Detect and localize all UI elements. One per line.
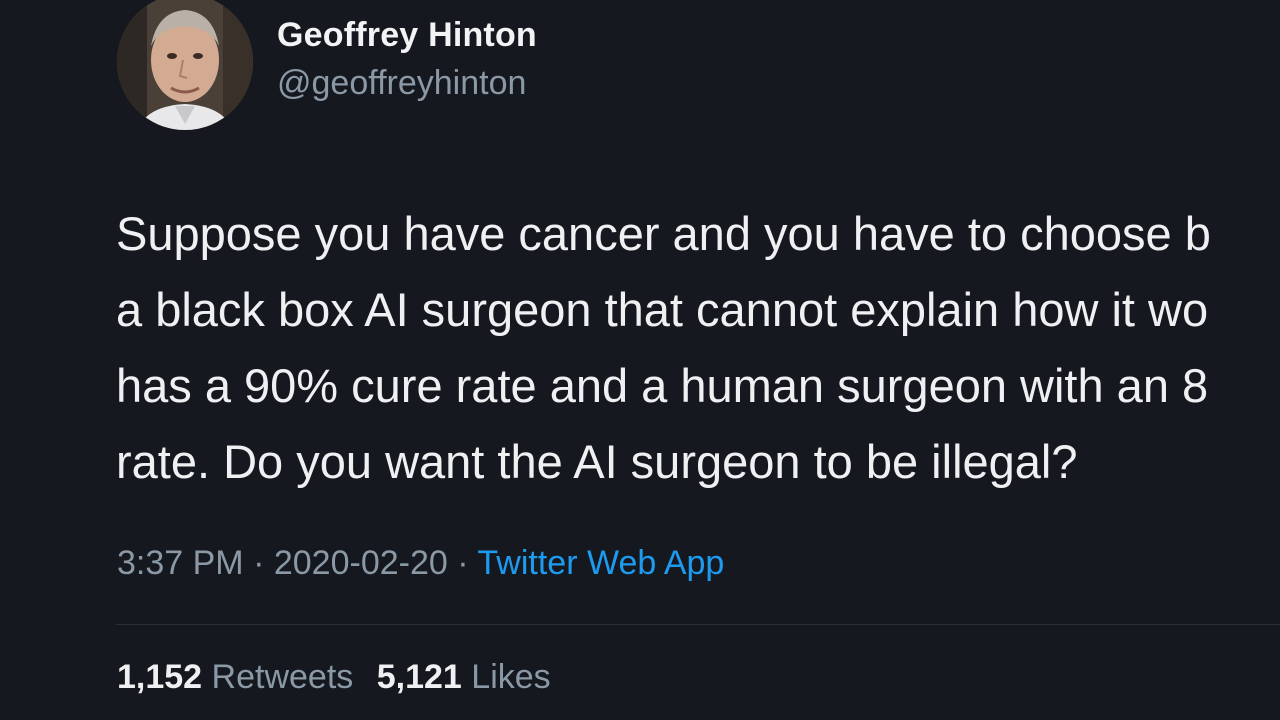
tweet-text-line: Suppose you have cancer and you have to … bbox=[116, 207, 1211, 260]
author-handle[interactable]: @geoffreyhinton bbox=[277, 64, 526, 103]
tweet-text-line: a black box AI surgeon that cannot expla… bbox=[116, 283, 1209, 336]
tweet-date[interactable]: 2020-02-20 bbox=[274, 544, 448, 582]
retweets-stat[interactable]: 1,152 Retweets bbox=[117, 658, 353, 696]
meta-separator: · bbox=[253, 544, 265, 582]
tweet-text-line: rate. Do you want the AI surgeon to be i… bbox=[116, 435, 1078, 488]
tweet-stats: 1,152 Retweets 5,121 Likes bbox=[117, 658, 565, 697]
tweet-time[interactable]: 3:37 PM bbox=[117, 544, 244, 582]
author-display-name[interactable]: Geoffrey Hinton bbox=[277, 16, 537, 55]
retweets-label: Retweets bbox=[211, 658, 354, 696]
tweet-source-link[interactable]: Twitter Web App bbox=[477, 544, 724, 582]
author-avatar[interactable] bbox=[117, 0, 253, 130]
tweet-text-line: has a 90% cure rate and a human surgeon … bbox=[116, 359, 1209, 412]
tweet-detail: Geoffrey Hinton @geoffreyhinton Suppose … bbox=[0, 0, 1280, 720]
likes-stat[interactable]: 5,121 Likes bbox=[377, 658, 551, 696]
likes-count: 5,121 bbox=[376, 658, 462, 696]
retweets-count: 1,152 bbox=[117, 658, 203, 696]
tweet-meta: 3:37 PM · 2020-02-20 · Twitter Web App bbox=[117, 544, 724, 583]
divider bbox=[116, 624, 1280, 625]
profile-photo-icon bbox=[117, 0, 253, 130]
meta-separator: · bbox=[457, 544, 469, 582]
likes-label: Likes bbox=[471, 658, 551, 696]
tweet-text: Suppose you have cancer and you have to … bbox=[116, 196, 1280, 500]
